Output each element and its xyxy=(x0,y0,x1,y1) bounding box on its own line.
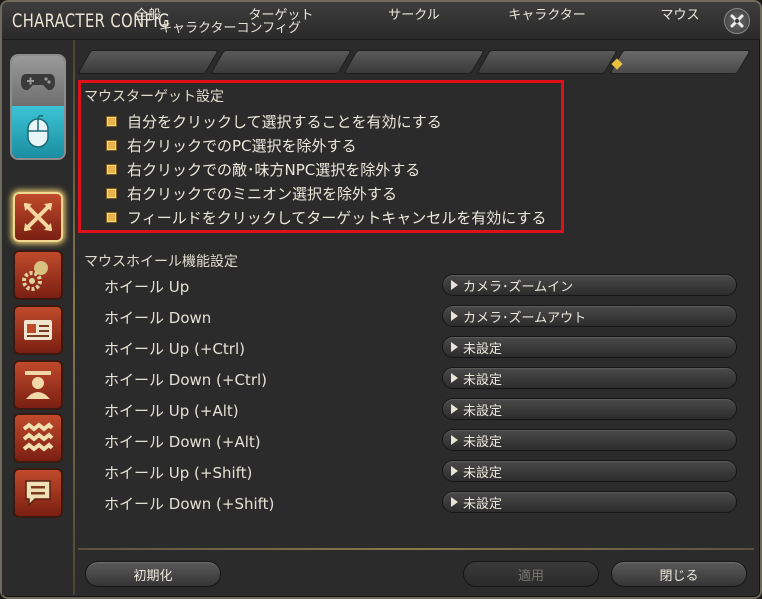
option-label: 右クリックでのPC選択を除外する xyxy=(127,136,357,155)
option-checkbox[interactable] xyxy=(106,139,117,151)
mouse-icon xyxy=(27,115,49,148)
tab-target[interactable] xyxy=(210,50,352,74)
wheel-action-dropdown[interactable]: 未設定 xyxy=(442,491,737,513)
mouse-target-option[interactable]: 自分をクリックして選択することを有効にする xyxy=(106,110,442,132)
wheel-action-dropdown[interactable]: カメラ･ズームイン xyxy=(442,274,737,296)
wheel-row-label: ホイール Down xyxy=(104,309,212,327)
dropdown-value: 未設定 xyxy=(463,465,503,481)
option-label: 右クリックでの敵･味方NPC選択を除外する xyxy=(127,160,421,179)
dropdown-value: 未設定 xyxy=(463,434,503,450)
category-settings-button[interactable] xyxy=(13,250,63,300)
crossed-arrows-icon xyxy=(24,203,52,231)
wheel-row-label: ホイール Up (+Shift) xyxy=(104,464,253,482)
mouse-wheel-section-title: マウスホイール機能設定 xyxy=(84,254,238,270)
dropdown-arrow-icon xyxy=(451,466,458,476)
wheel-row-label: ホイール Down (+Alt) xyxy=(104,433,261,451)
dropdown-value: 未設定 xyxy=(463,403,503,419)
dropdown-arrow-icon xyxy=(451,342,458,352)
dropdown-arrow-icon xyxy=(451,373,458,383)
option-checkbox[interactable] xyxy=(106,115,117,127)
wheel-row-label: ホイール Up xyxy=(104,278,190,296)
tab-circle[interactable] xyxy=(343,50,485,74)
tab-label-character: キャラクター xyxy=(508,8,586,23)
sidebar-divider xyxy=(73,40,75,595)
tab-label-general: 全般 xyxy=(134,8,161,23)
gamepad-device-button[interactable] xyxy=(12,56,64,106)
category-character-button[interactable] xyxy=(13,360,63,410)
wheel-action-dropdown[interactable]: 未設定 xyxy=(442,460,737,482)
dropdown-arrow-icon xyxy=(451,497,458,507)
wheel-row-label: ホイール Up (+Alt) xyxy=(104,402,239,420)
mouse-target-option[interactable]: 右クリックでの敵･味方NPC選択を除外する xyxy=(106,158,420,180)
dropdown-value: 未設定 xyxy=(463,372,503,388)
footer-divider xyxy=(78,548,754,550)
wheel-row-label: ホイール Down (+Ctrl) xyxy=(104,371,268,389)
chat-bubble-icon xyxy=(25,480,51,507)
tab-label-circle: サークル xyxy=(388,8,440,23)
dropdown-value: カメラ･ズームアウト xyxy=(463,310,587,326)
wheel-row-label: ホイール Down (+Shift) xyxy=(104,495,275,513)
gamepad-icon xyxy=(21,74,55,91)
dropdown-value: カメラ･ズームイン xyxy=(463,279,574,295)
checker-banner-icon xyxy=(22,422,54,452)
mouse-device-button[interactable] xyxy=(12,106,64,158)
dropdown-arrow-icon xyxy=(451,435,458,445)
category-party-button[interactable] xyxy=(13,413,63,463)
category-card-button[interactable] xyxy=(13,305,63,355)
mouse-target-option[interactable]: 右クリックでのPC選択を除外する xyxy=(106,134,357,156)
tab-label-target: ターゲット xyxy=(248,8,314,23)
person-icon xyxy=(25,371,51,399)
wheel-action-dropdown[interactable]: 未設定 xyxy=(442,398,737,420)
option-label: 右クリックでのミニオン選択を除外する xyxy=(127,184,398,203)
mouse-target-option[interactable]: 右クリックでのミニオン選択を除外する xyxy=(106,182,397,204)
category-mouse-target-button[interactable] xyxy=(13,192,63,242)
option-checkbox[interactable] xyxy=(106,163,117,175)
wheel-action-dropdown[interactable]: 未設定 xyxy=(442,429,737,451)
id-card-icon xyxy=(24,320,52,340)
close-button[interactable]: 閉じる xyxy=(611,561,747,587)
dropdown-arrow-icon xyxy=(451,280,458,290)
dropdown-value: 未設定 xyxy=(463,496,503,512)
config-tabs xyxy=(77,50,751,74)
dropdown-arrow-icon xyxy=(451,404,458,414)
mouse-target-section-title: マウスターゲット設定 xyxy=(84,89,224,105)
wheel-action-dropdown[interactable]: 未設定 xyxy=(442,367,737,389)
tab-label-mouse: マウス xyxy=(660,8,700,23)
tab-character[interactable] xyxy=(476,50,618,74)
tab-general[interactable] xyxy=(77,50,219,74)
option-label: 自分をクリックして選択することを有効にする xyxy=(127,112,442,131)
input-device-switcher xyxy=(10,54,66,160)
tab-mouse[interactable] xyxy=(609,50,751,74)
dropdown-value: 未設定 xyxy=(463,341,503,357)
gear-settings-icon xyxy=(22,261,48,291)
option-checkbox[interactable] xyxy=(106,211,117,223)
option-label: フィールドをクリックしてターゲットキャンセルを有効にする xyxy=(127,208,547,227)
wheel-row-label: ホイール Up (+Ctrl) xyxy=(104,340,245,358)
dropdown-arrow-icon xyxy=(451,311,458,321)
apply-button[interactable]: 適用 xyxy=(463,561,599,587)
category-chat-button[interactable] xyxy=(13,468,63,518)
wheel-action-dropdown[interactable]: 未設定 xyxy=(442,336,737,358)
mouse-target-option[interactable]: フィールドをクリックしてターゲットキャンセルを有効にする xyxy=(106,206,546,228)
wheel-action-dropdown[interactable]: カメラ･ズームアウト xyxy=(442,305,737,327)
option-checkbox[interactable] xyxy=(106,187,117,199)
reset-button[interactable]: 初期化 xyxy=(85,561,221,587)
